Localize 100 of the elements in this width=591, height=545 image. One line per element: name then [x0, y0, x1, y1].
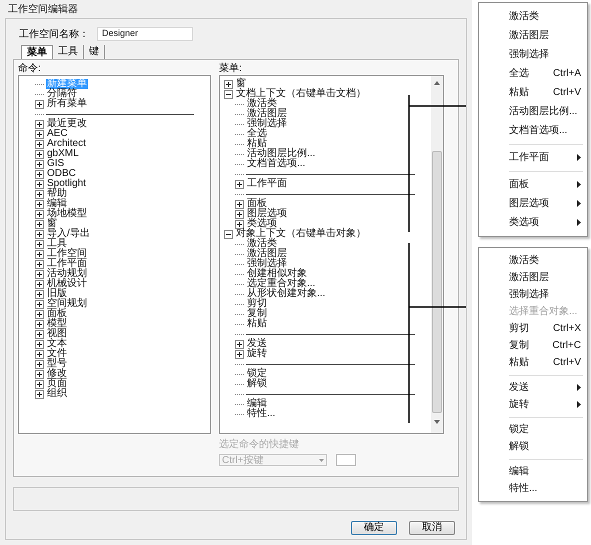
scrollbar[interactable] [431, 76, 443, 433]
menu-item[interactable]: 解锁 [479, 438, 587, 455]
expand-icon[interactable] [235, 220, 244, 228]
menu-item[interactable]: 面板 [479, 175, 587, 194]
tree-item[interactable]: 工作平面 [46, 259, 88, 269]
tree-item[interactable]: 解锁 [246, 379, 268, 389]
tree-item[interactable]: 全选 [246, 129, 268, 139]
expand-icon[interactable] [35, 360, 44, 368]
tree-item[interactable]: 面板 [46, 309, 68, 319]
menu-item[interactable]: 全选 Ctrl+A [479, 64, 587, 83]
name-field[interactable]: Designer [97, 27, 193, 41]
menu-item[interactable]: 粘贴 Ctrl+V [479, 354, 587, 371]
tree-item[interactable]: 激活图层 [246, 109, 288, 119]
expand-icon[interactable] [35, 180, 44, 188]
expand-icon[interactable] [35, 310, 44, 318]
menu-item[interactable]: 激活类 [479, 7, 587, 26]
dialog-button[interactable]: 取消 [409, 521, 455, 535]
tree-item[interactable]: 窗 [46, 219, 58, 229]
tree-item[interactable]: 活动图层比例... [246, 149, 316, 159]
menu-item[interactable]: 激活图层 [479, 269, 587, 286]
menu-item[interactable]: 激活类 [479, 252, 587, 269]
expand-icon[interactable] [224, 80, 233, 88]
tree-item[interactable]: 旋转 [246, 349, 268, 359]
tree-item[interactable]: 工具 [46, 239, 68, 249]
tree-item[interactable]: 激活图层 [246, 249, 288, 259]
expand-icon[interactable] [35, 330, 44, 338]
tree-item[interactable]: 类选项 [246, 219, 278, 229]
tree-item[interactable]: 文档上下文（右键单击文档） [235, 89, 367, 99]
expand-icon[interactable] [35, 210, 44, 218]
collapse-icon[interactable] [224, 90, 233, 98]
menu-item[interactable]: 编辑 [479, 463, 587, 480]
tree-item[interactable]: 剪切 [246, 299, 268, 309]
expand-icon[interactable] [35, 230, 44, 238]
tree-item[interactable]: 从形状创建对象... [246, 289, 326, 299]
tree-item[interactable]: 视图 [46, 329, 68, 339]
menu-item[interactable]: 文档首选项... [479, 121, 587, 140]
expand-icon[interactable] [35, 260, 44, 268]
expand-icon[interactable] [35, 120, 44, 128]
tree-item[interactable]: 所有菜单 [46, 99, 88, 109]
menu-item[interactable]: 旋转 [479, 396, 587, 413]
expand-icon[interactable] [35, 250, 44, 258]
expand-icon[interactable] [35, 380, 44, 388]
menu-item[interactable]: 图层选项 [479, 194, 587, 213]
tree-item[interactable]: 文件 [46, 349, 68, 359]
tree-item[interactable]: 发送 [246, 339, 268, 349]
menu-item[interactable]: 锁定 [479, 421, 587, 438]
expand-icon[interactable] [35, 270, 44, 278]
expand-icon[interactable] [35, 100, 44, 108]
expand-icon[interactable] [35, 170, 44, 178]
tree-item[interactable]: 分隔符 [46, 89, 78, 99]
tree-item[interactable]: ODBC [46, 169, 77, 179]
expand-icon[interactable] [35, 280, 44, 288]
tree-item[interactable]: 特性... [246, 409, 276, 419]
tree-item[interactable]: Architect [46, 139, 87, 149]
tree-item[interactable]: 激活类 [246, 239, 278, 249]
tree-item[interactable]: 修改 [46, 369, 68, 379]
tree-item[interactable]: 创建相似对象 [246, 269, 308, 279]
expand-icon[interactable] [35, 350, 44, 358]
tree-item[interactable]: Spotlight [46, 179, 87, 189]
tree-item[interactable]: 编辑 [246, 399, 268, 409]
tree-item[interactable]: AEC [46, 129, 69, 139]
expand-icon[interactable] [235, 180, 244, 188]
tree-item[interactable]: 机械设计 [46, 279, 88, 289]
tab[interactable]: 菜单 [21, 45, 53, 59]
tree-item[interactable]: 最近更改 [46, 119, 88, 129]
expand-icon[interactable] [35, 150, 44, 158]
menu-item[interactable]: 特性... [479, 480, 587, 497]
tree-item[interactable]: 模型 [46, 319, 68, 329]
expand-icon[interactable] [35, 190, 44, 198]
expand-icon[interactable] [35, 370, 44, 378]
menu-item[interactable]: 复制 Ctrl+C [479, 337, 587, 354]
menu-item[interactable]: 工作平面 [479, 148, 587, 167]
scroll-up-icon[interactable] [434, 81, 440, 85]
scroll-down-icon[interactable] [434, 420, 440, 424]
tree-item[interactable]: 强制选择 [246, 119, 288, 129]
expand-icon[interactable] [35, 140, 44, 148]
scrollbar-thumb[interactable] [432, 151, 442, 413]
tree-item[interactable]: 工作空间 [46, 249, 88, 259]
tree-item[interactable]: gbXML [46, 149, 80, 159]
menu-item[interactable]: 强制选择 [479, 45, 587, 64]
menu-item[interactable]: 发送 [479, 379, 587, 396]
expand-icon[interactable] [35, 290, 44, 298]
tree-item[interactable]: 粘贴 [246, 319, 268, 329]
expand-icon[interactable] [235, 340, 244, 348]
expand-icon[interactable] [235, 350, 244, 358]
tree-item[interactable]: 激活类 [246, 99, 278, 109]
tree-item[interactable]: 窗 [235, 79, 247, 89]
expand-icon[interactable] [35, 200, 44, 208]
tree-item[interactable]: 文本 [46, 339, 68, 349]
tree-item[interactable]: 复制 [246, 309, 268, 319]
menu-item[interactable]: 类选项 [479, 213, 587, 232]
menu-item[interactable]: 粘贴 Ctrl+V [479, 83, 587, 102]
collapse-icon[interactable] [224, 230, 233, 238]
tree-item[interactable]: 场地模型 [46, 209, 88, 219]
tree-item[interactable]: 导入/导出 [46, 229, 91, 239]
key-field[interactable] [336, 454, 356, 466]
expand-icon[interactable] [35, 130, 44, 138]
tree-item[interactable]: 粘贴 [246, 139, 268, 149]
tree-item[interactable]: GIS [46, 159, 66, 169]
expand-icon[interactable] [35, 160, 44, 168]
